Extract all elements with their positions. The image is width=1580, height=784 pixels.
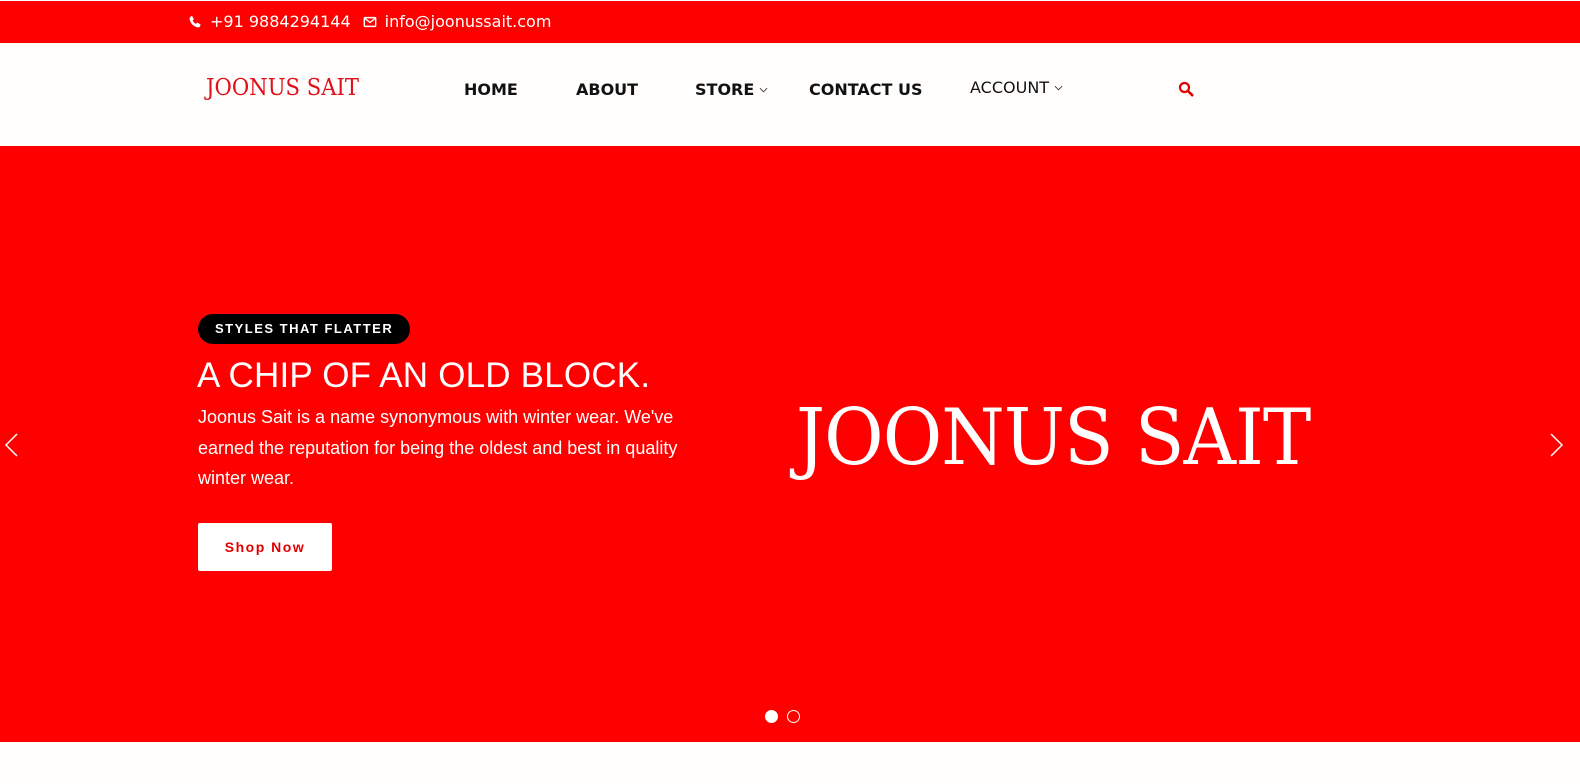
slide-dot-2[interactable] [787,710,800,723]
slide-dot-1[interactable] [765,710,778,723]
site-logo[interactable]: JOONUS SAIT [206,75,359,101]
hero-slider: STYLES THAT FLATTER A CHIP OF AN OLD BLO… [0,146,1580,742]
chevron-down-icon [759,87,768,92]
nav-contact-us[interactable]: CONTACT US [809,80,923,99]
top-contact-bar: +91 9884294144 info@joonussait.com [0,0,1580,43]
nav-store-label: STORE [695,80,755,99]
hero-badge: STYLES THAT FLATTER [198,314,411,344]
shop-now-button[interactable]: Shop Now [198,523,332,571]
nav-account-label: ACCOUNT [970,78,1050,97]
chevron-right-icon[interactable] [1547,432,1565,458]
site-header: JOONUS SAIT HOME ABOUT STORE CONTACT US … [0,43,1580,146]
hero-title: A CHIP OF AN OLD BLOCK. [197,356,651,395]
phone-icon [189,15,201,27]
contact-info: +91 9884294144 info@joonussait.com [188,12,551,31]
hero-description: Joonus Sait is a name synonymous with wi… [198,407,678,488]
phone-number[interactable]: +91 9884294144 [210,12,351,31]
nav-home[interactable]: HOME [464,80,518,99]
nav-about[interactable]: ABOUT [576,80,638,99]
chevron-left-icon[interactable] [3,432,21,458]
chevron-down-icon [1054,85,1063,90]
search-icon[interactable] [1178,81,1194,97]
slider-pagination [765,710,800,723]
email-address[interactable]: info@joonussait.com [385,12,552,31]
nav-store[interactable]: STORE [695,80,768,99]
nav-account[interactable]: ACCOUNT [970,78,1063,97]
hero-brand-logo: JOONUS SAIT [796,393,1311,483]
envelope-icon [363,16,377,27]
